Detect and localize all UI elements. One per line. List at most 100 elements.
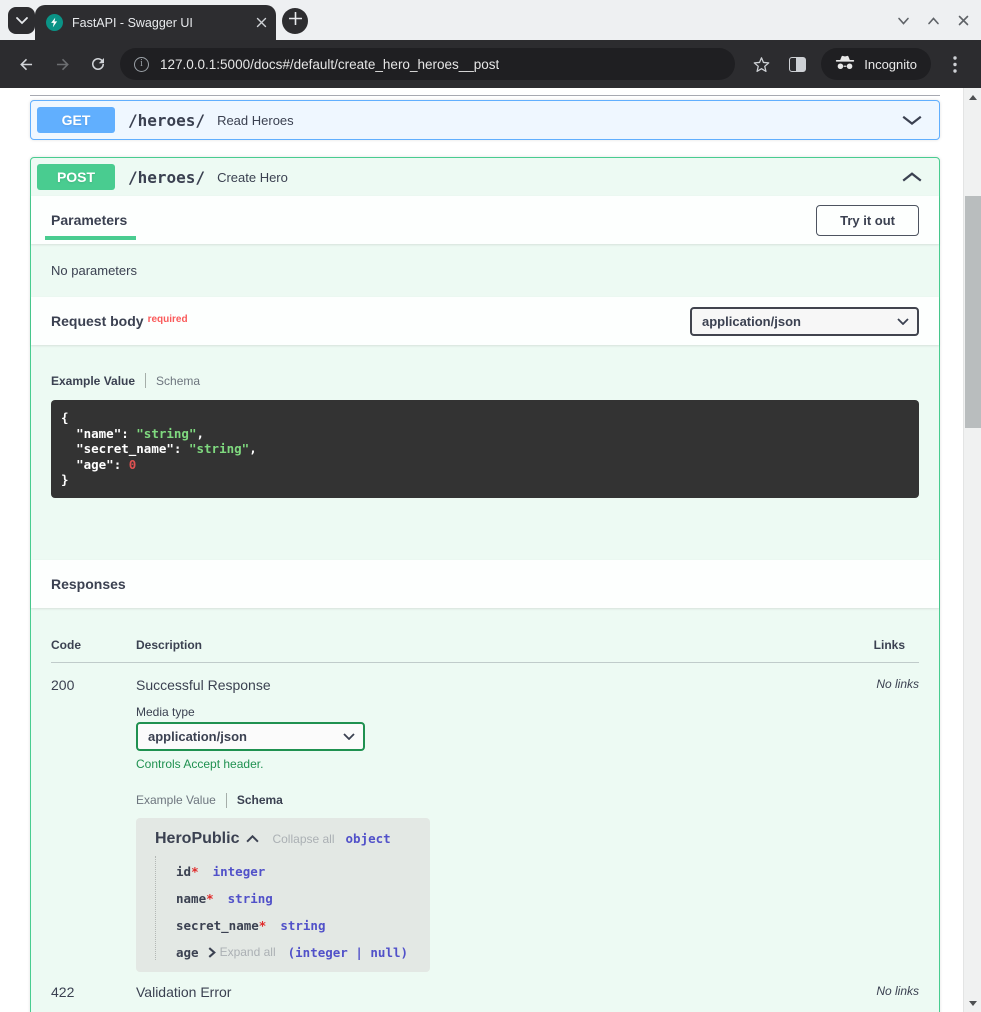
col-description-header: Description <box>136 638 829 652</box>
new-tab-button[interactable] <box>282 8 308 34</box>
model-name[interactable]: HeroPublic <box>155 830 239 848</box>
response-200-links: No links <box>829 677 919 972</box>
request-body-content: Example Value Schema { "name": "string",… <box>31 373 939 498</box>
responses-title: Responses <box>51 576 126 592</box>
refresh-button[interactable] <box>82 48 114 80</box>
prop-type: string <box>280 918 325 933</box>
post-method-badge: POST <box>37 164 115 190</box>
fastapi-favicon-icon <box>46 14 63 31</box>
request-example-code[interactable]: { "name": "string", "secret_name": "stri… <box>51 400 919 498</box>
back-button[interactable] <box>10 48 42 80</box>
parameters-header: Parameters Try it out <box>31 196 939 244</box>
prop-name: name* <box>176 891 214 906</box>
prop-name: age <box>176 945 199 960</box>
bookmark-star-icon[interactable] <box>745 48 777 80</box>
browser-titlebar: FastAPI - Swagger UI <box>0 0 981 40</box>
select-chevron-down-icon <box>897 318 909 325</box>
required-star: * <box>191 864 199 879</box>
response-422-description: Validation Error <box>136 984 829 1000</box>
model-title-row: HeroPublic Collapse all object <box>155 830 418 848</box>
window-close-icon[interactable] <box>956 13 971 28</box>
model-prop-secret_name: secret_name* string <box>176 918 418 933</box>
window-controls <box>896 0 971 40</box>
url-text: 127.0.0.1:5000/docs#/default/create_hero… <box>160 57 499 72</box>
post-summary-text: Create Hero <box>217 170 288 185</box>
request-content-type-select[interactable]: application/json <box>690 307 919 336</box>
responses-table-head: Code Description Links <box>51 638 919 663</box>
media-type-label: Media type <box>136 705 829 719</box>
response-content-type-value: application/json <box>148 729 247 744</box>
page-scrollbar[interactable] <box>963 88 981 1012</box>
required-star: * <box>259 918 267 933</box>
opblock-post-summary[interactable]: POST /heroes/ Create Hero <box>31 158 939 196</box>
expand-chevron-down-icon[interactable] <box>901 114 923 126</box>
forward-button[interactable] <box>46 48 78 80</box>
select-chevron-down-icon <box>343 733 355 740</box>
prop-name: id* <box>176 864 199 879</box>
window-minimize-icon[interactable] <box>896 13 911 28</box>
swagger-page: GET /heroes/ Read Heroes POST /heroes/ C… <box>0 88 963 1012</box>
collapse-all-link[interactable]: Collapse all <box>272 832 334 846</box>
model-prop-name: name* string <box>176 891 418 906</box>
tab-example-value[interactable]: Example Value <box>51 374 135 388</box>
menu-dots-icon[interactable] <box>939 48 971 80</box>
address-bar[interactable]: i 127.0.0.1:5000/docs#/default/create_he… <box>120 48 735 80</box>
tab-separator <box>226 793 227 808</box>
incognito-label: Incognito <box>864 57 917 72</box>
response-content-type-select[interactable]: application/json <box>136 722 365 751</box>
tab-example-value[interactable]: Example Value <box>136 793 216 807</box>
response-code-422: 422 <box>51 984 136 1000</box>
no-parameters-text: No parameters <box>31 244 939 297</box>
expand-chevron-right-icon[interactable] <box>208 947 216 958</box>
model-collapse-chevron-up-icon[interactable] <box>246 835 259 843</box>
tab-close-icon[interactable] <box>256 17 267 28</box>
get-summary-text: Read Heroes <box>217 113 294 128</box>
scrollbar-down-arrow[interactable] <box>964 996 981 1010</box>
tab-schema[interactable]: Schema <box>237 793 283 807</box>
opblock-post-heroes: POST /heroes/ Create Hero Parameters Try… <box>30 157 940 1012</box>
response-row-422: 422 Validation Error No links <box>51 972 919 1000</box>
model-type: object <box>346 831 391 846</box>
prop-name: secret_name* <box>176 918 266 933</box>
required-star: * <box>206 891 214 906</box>
prop-type: integer <box>213 864 266 879</box>
opblock-get-summary[interactable]: GET /heroes/ Read Heroes <box>31 101 939 139</box>
side-panel-icon[interactable] <box>781 48 813 80</box>
prop-type: string <box>228 891 273 906</box>
tab-schema[interactable]: Schema <box>156 374 200 388</box>
response-200-description-cell: Successful Response Media type applicati… <box>136 677 829 972</box>
scrollbar-thumb[interactable] <box>965 196 981 428</box>
collapse-chevron-up-icon[interactable] <box>901 171 923 183</box>
model-prop-age: ageExpand all(integer | null) <box>176 945 418 960</box>
request-body-title: Request bodyrequired <box>51 313 188 329</box>
response-schema-tabs: Example Value Schema <box>136 793 829 808</box>
response-422-links: No links <box>829 984 919 1000</box>
model-properties: id* integer name* string secret_name* string a… <box>155 856 418 960</box>
model-prop-id: id* integer <box>176 864 418 879</box>
request-body-header: Request bodyrequired application/json <box>31 297 939 345</box>
site-info-icon[interactable]: i <box>134 57 149 72</box>
section-divider <box>30 95 940 96</box>
get-method-badge: GET <box>37 107 115 133</box>
browser-tab[interactable]: FastAPI - Swagger UI <box>35 5 276 40</box>
responses-table: Code Description Links 200 Successful Re… <box>31 608 939 1012</box>
col-links-header: Links <box>829 638 919 652</box>
incognito-badge: Incognito <box>821 48 931 80</box>
browser-toolbar: i 127.0.0.1:5000/docs#/default/create_he… <box>0 40 981 88</box>
window-maximize-icon[interactable] <box>926 13 941 28</box>
accept-header-hint: Controls Accept header. <box>136 757 829 771</box>
tab-search-button[interactable] <box>8 7 35 34</box>
plus-icon <box>289 12 302 30</box>
chevron-down-icon <box>15 12 29 30</box>
expand-all-link[interactable]: Expand all <box>220 945 276 959</box>
scrollbar-up-arrow[interactable] <box>964 90 981 104</box>
responses-header: Responses <box>31 560 939 608</box>
request-content-type-value: application/json <box>702 314 801 329</box>
parameters-title: Parameters <box>51 212 127 228</box>
browser-window: FastAPI - Swagger UI <box>0 0 981 1012</box>
get-path: /heroes/ <box>128 111 205 130</box>
incognito-icon <box>835 55 855 73</box>
model-box-heropublic: HeroPublic Collapse all object id* intege… <box>136 818 430 972</box>
try-it-out-button[interactable]: Try it out <box>816 205 919 236</box>
tab-title: FastAPI - Swagger UI <box>72 16 250 30</box>
